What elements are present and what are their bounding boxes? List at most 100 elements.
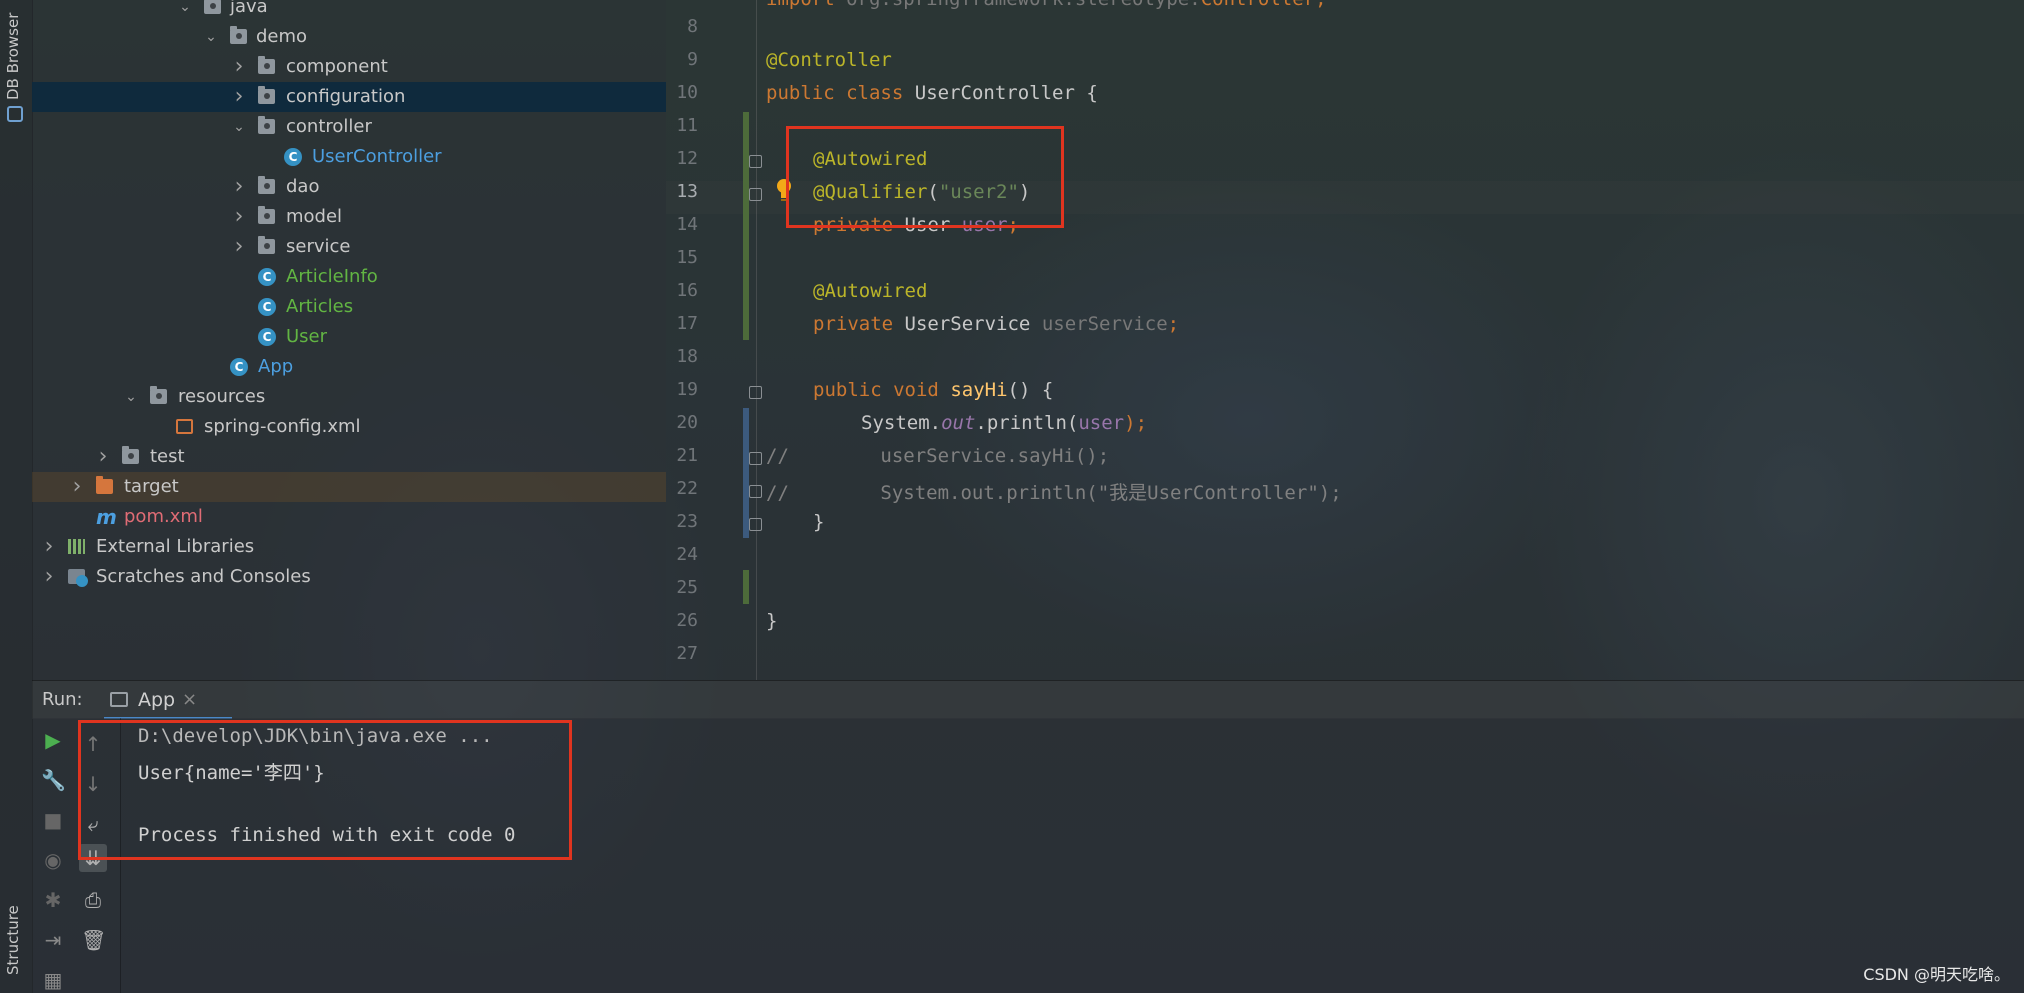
tree-item-articles[interactable]: C Articles [32,292,666,322]
folder-icon [258,86,275,104]
line-number: 18 [676,346,698,367]
line-number: 15 [676,247,698,268]
collapsed-arrow-icon[interactable]: › [232,172,246,202]
fold-marker[interactable] [749,452,762,465]
tree-item-app[interactable]: C App [32,352,666,382]
tree-item-label: component [286,56,388,77]
folder-icon [258,206,275,224]
expanded-arrow-icon[interactable]: ⌄ [178,0,192,22]
collapsed-arrow-icon[interactable]: › [96,442,110,472]
line-number: 22 [676,478,698,499]
code-line-17: private UserService userService; [813,313,1180,335]
code-line-26: } [766,610,778,632]
tree-item-label: model [286,206,343,227]
collapsed-arrow-icon[interactable]: › [232,52,246,82]
line-number: 11 [676,115,698,136]
fold-marker[interactable] [749,386,762,399]
tree-item-demo[interactable]: ⌄ demo [32,22,666,52]
tree-item-spring-config-xml[interactable]: spring-config.xml [32,412,666,442]
layout-icon[interactable]: ▦ [41,968,65,992]
line-number: 13 [676,181,698,202]
folder-icon [258,236,275,254]
tree-item-service[interactable]: › service [32,232,666,262]
tree-item-label: spring-config.xml [204,416,361,437]
fold-marker[interactable] [749,518,762,531]
line-number: 21 [676,445,698,466]
vcs-change-marker [743,112,749,340]
java-class-icon: C [258,298,276,316]
tree-item-label: App [258,356,294,377]
tree-item-target[interactable]: › target [32,472,666,502]
scratch-icon [68,569,88,587]
run-label: Run: [42,689,83,710]
collapsed-arrow-icon[interactable]: › [232,82,246,112]
wrench-icon[interactable]: 🔧 [41,768,66,792]
stop-icon[interactable]: ■ [41,808,65,832]
line-number: 16 [676,280,698,301]
folder-icon [258,56,275,74]
gutter-divider [756,0,757,680]
code-line-10: public class UserController { [766,82,1098,104]
tree-item-configuration[interactable]: › configuration [32,82,666,112]
tree-item-label: test [150,446,185,467]
maven-icon: m [96,505,117,529]
line-number: 9 [687,49,698,70]
tree-item-dao[interactable]: › dao [32,172,666,202]
tree-item-user[interactable]: C User [32,322,666,352]
tree-item-model[interactable]: › model [32,202,666,232]
tree-item-label: controller [286,116,372,137]
db-browser-icon[interactable] [7,106,23,122]
tree-item-label: java [230,0,268,17]
line-number: 27 [676,643,698,664]
camera-icon[interactable]: ◉ [41,848,65,872]
line-number: 26 [676,610,698,631]
tree-item-label: target [124,476,179,497]
tree-item-label: pom.xml [124,506,203,527]
line-number: 23 [676,511,698,532]
tree-item-resources[interactable]: ⌄ resources [32,382,666,412]
line-number: 19 [676,379,698,400]
fold-marker[interactable] [749,155,762,168]
fold-marker[interactable] [749,188,762,201]
watermark: CSDN @明天吃啥。 [1863,965,2010,984]
line-number: 14 [676,214,698,235]
trash-icon[interactable]: 🗑 [81,928,106,952]
expanded-arrow-icon[interactable]: ⌄ [204,22,218,52]
tree-item-usercontroller[interactable]: C UserController [32,142,666,172]
java-class-icon: C [284,148,302,166]
collapsed-arrow-icon[interactable]: › [232,232,246,262]
collapsed-arrow-icon[interactable]: › [42,532,56,562]
app-run-config-icon [110,692,128,707]
tree-item-label: External Libraries [96,536,255,557]
print-icon[interactable]: ⎙ [81,888,105,912]
tree-item-component[interactable]: › component [32,52,666,82]
tree-item-external-libraries[interactable]: › External Libraries [32,532,666,562]
tree-item-label: User [286,326,328,347]
tree-item-pom-xml[interactable]: m pom.xml [32,502,666,532]
structure-tab[interactable]: Structure [4,905,22,975]
exit-icon[interactable]: ⇥ [41,928,65,952]
tree-item-test[interactable]: › test [32,442,666,472]
close-tab-icon[interactable]: × [182,689,197,710]
rerun-icon[interactable]: ▶ [41,728,65,752]
tree-item-controller[interactable]: ⌄ controller [32,112,666,142]
expanded-arrow-icon[interactable]: ⌄ [232,112,246,142]
run-tab-app[interactable]: App [138,689,175,711]
collapsed-arrow-icon[interactable]: › [42,562,56,592]
tree-item-java[interactable]: ⌄ java [32,0,666,22]
db-browser-tab[interactable]: DB Browser [4,13,22,100]
expanded-arrow-icon[interactable]: ⌄ [124,382,138,412]
console-highlight-box [78,720,572,860]
collapsed-arrow-icon[interactable]: › [232,202,246,232]
folder-icon [150,386,167,404]
code-line-19: public void sayHi() { [813,379,1054,401]
fold-marker[interactable] [749,485,762,498]
tree-item-label: Articles [286,296,354,317]
code-line-16: @Autowired [813,280,928,302]
debug-icon[interactable]: ✱ [41,888,65,912]
java-class-icon: C [230,358,248,376]
tree-item-articleinfo[interactable]: C ArticleInfo [32,262,666,292]
tree-item-scratches-and-consoles[interactable]: › Scratches and Consoles [32,562,666,592]
collapsed-arrow-icon[interactable]: › [70,472,84,502]
import-line-text: import org.springframework.stereotype.Co… [766,0,1327,10]
